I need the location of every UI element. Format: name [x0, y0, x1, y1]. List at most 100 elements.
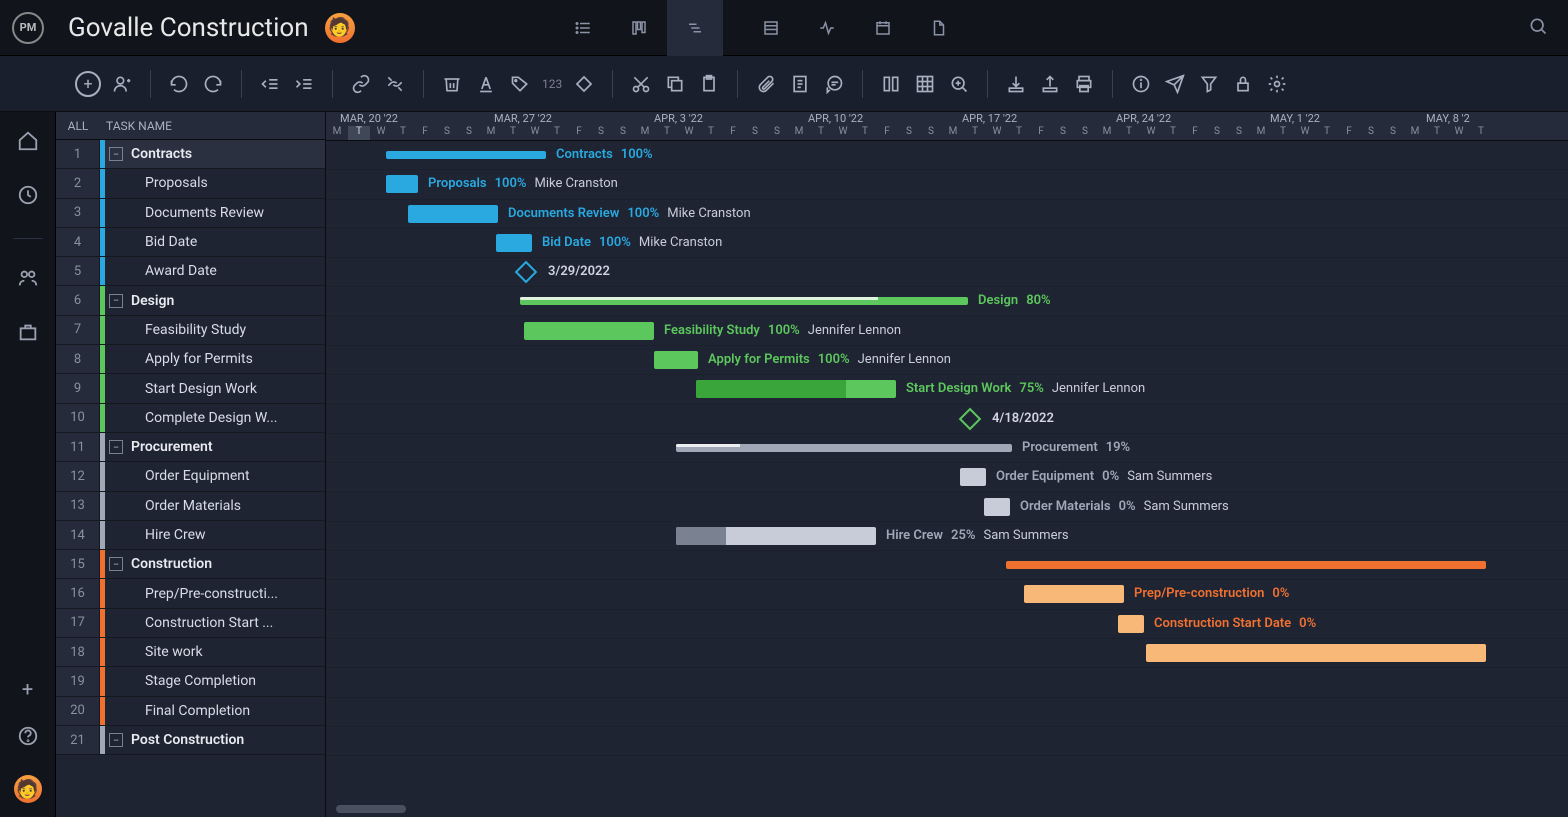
task-bar[interactable] [524, 322, 654, 340]
add-task-icon[interactable]: + [72, 68, 104, 100]
collapse-toggle[interactable]: − [109, 557, 123, 571]
task-bar[interactable] [496, 234, 532, 252]
indent-icon[interactable] [288, 68, 320, 100]
task-row[interactable]: 11−Procurement [56, 433, 325, 462]
send-icon[interactable] [1159, 68, 1191, 100]
task-bar[interactable] [1118, 615, 1144, 633]
tag-icon[interactable] [504, 68, 536, 100]
zoom-icon[interactable] [943, 68, 975, 100]
trash-icon[interactable] [436, 68, 468, 100]
task-row[interactable]: 21−Post Construction [56, 726, 325, 755]
export-icon[interactable] [1034, 68, 1066, 100]
import-icon[interactable] [1000, 68, 1032, 100]
task-row[interactable]: 12Order Equipment [56, 462, 325, 491]
print-icon[interactable] [1068, 68, 1100, 100]
bar-label: Proposals100%Mike Cranston [428, 176, 618, 191]
task-bar[interactable] [408, 205, 498, 223]
text-style-icon[interactable] [470, 68, 502, 100]
home-icon[interactable] [17, 130, 39, 156]
add-icon[interactable]: + [22, 677, 33, 701]
search-icon[interactable] [1528, 16, 1548, 40]
redo-icon[interactable] [197, 68, 229, 100]
activity-view-icon[interactable] [799, 0, 855, 56]
collapse-toggle[interactable]: − [109, 294, 123, 308]
notes-icon[interactable] [784, 68, 816, 100]
lock-icon[interactable] [1227, 68, 1259, 100]
summary-bar[interactable] [676, 444, 1012, 452]
task-row[interactable]: 6−Design [56, 286, 325, 315]
summary-bar[interactable] [386, 151, 546, 159]
gantt-body[interactable]: Contracts100%Proposals100%Mike CranstonD… [326, 141, 1568, 817]
sheet-view-icon[interactable] [743, 0, 799, 56]
task-bar[interactable] [696, 380, 896, 398]
summary-bar[interactable] [520, 297, 968, 305]
task-row[interactable]: 7Feasibility Study [56, 316, 325, 345]
add-user-icon[interactable] [106, 68, 138, 100]
project-avatar[interactable]: 🧑 [325, 13, 355, 43]
task-row[interactable]: 18Site work [56, 638, 325, 667]
unlink-icon[interactable] [379, 68, 411, 100]
clock-icon[interactable] [17, 184, 39, 210]
top-bar: PM Govalle Construction 🧑 [0, 0, 1568, 56]
link-icon[interactable] [345, 68, 377, 100]
team-icon[interactable] [17, 267, 39, 293]
gantt-view-icon[interactable] [667, 0, 723, 56]
collapse-toggle[interactable]: − [109, 147, 123, 161]
file-view-icon[interactable] [911, 0, 967, 56]
board-view-icon[interactable] [611, 0, 667, 56]
task-row[interactable]: 9Start Design Work [56, 374, 325, 403]
columns-icon[interactable] [875, 68, 907, 100]
copy-icon[interactable] [659, 68, 691, 100]
calendar-view-icon[interactable] [855, 0, 911, 56]
info-icon[interactable] [1125, 68, 1157, 100]
cut-icon[interactable] [625, 68, 657, 100]
task-row[interactable]: 14Hire Crew [56, 521, 325, 550]
task-row[interactable]: 19Stage Completion [56, 667, 325, 696]
paste-icon[interactable] [693, 68, 725, 100]
priority-icon[interactable] [568, 68, 600, 100]
app-logo[interactable]: PM [12, 12, 44, 44]
task-row[interactable]: 5Award Date [56, 257, 325, 286]
task-list-panel: ALL TASK NAME 1−Contracts2Proposals3Docu… [56, 112, 326, 817]
task-row[interactable]: 4Bid Date [56, 228, 325, 257]
task-bar[interactable] [1024, 585, 1124, 603]
all-column-header[interactable]: ALL [56, 119, 100, 133]
task-row[interactable]: 17Construction Start ... [56, 609, 325, 638]
task-row[interactable]: 3Documents Review [56, 199, 325, 228]
milestone-marker[interactable] [959, 407, 982, 430]
task-row[interactable]: 10Complete Design W... [56, 404, 325, 433]
briefcase-icon[interactable] [17, 321, 39, 347]
task-row[interactable]: 13Order Materials [56, 492, 325, 521]
list-view-icon[interactable] [555, 0, 611, 56]
settings-icon[interactable] [1261, 68, 1293, 100]
collapse-toggle[interactable]: − [109, 440, 123, 454]
task-bar[interactable] [386, 175, 418, 193]
bar-label: Start Design Work75%Jennifer Lennon [906, 381, 1145, 396]
help-icon[interactable] [17, 725, 39, 751]
grid-icon[interactable] [909, 68, 941, 100]
task-row[interactable]: 20Final Completion [56, 697, 325, 726]
gantt-row: Order Materials0%Sam Summers [326, 493, 1568, 522]
name-column-header[interactable]: TASK NAME [100, 119, 172, 133]
attachment-icon[interactable] [750, 68, 782, 100]
task-row[interactable]: 16Prep/Pre-constructi... [56, 579, 325, 608]
task-row[interactable]: 2Proposals [56, 169, 325, 198]
horizontal-scrollbar[interactable] [336, 805, 406, 813]
task-bar[interactable] [676, 527, 876, 545]
task-row[interactable]: 1−Contracts [56, 140, 325, 169]
task-row[interactable]: 15−Construction [56, 550, 325, 579]
main-area: + 🧑 ALL TASK NAME 1−Contracts2Proposals3… [0, 112, 1568, 817]
user-avatar[interactable]: 🧑 [14, 775, 42, 803]
task-bar[interactable] [1146, 644, 1486, 662]
outdent-icon[interactable] [254, 68, 286, 100]
comment-icon[interactable] [818, 68, 850, 100]
task-row[interactable]: 8Apply for Permits [56, 345, 325, 374]
undo-icon[interactable] [163, 68, 195, 100]
summary-bar[interactable] [1006, 561, 1486, 569]
filter-icon[interactable] [1193, 68, 1225, 100]
task-bar[interactable] [984, 498, 1010, 516]
milestone-marker[interactable] [515, 261, 538, 284]
task-bar[interactable] [960, 468, 986, 486]
collapse-toggle[interactable]: − [109, 733, 123, 747]
task-bar[interactable] [654, 351, 698, 369]
